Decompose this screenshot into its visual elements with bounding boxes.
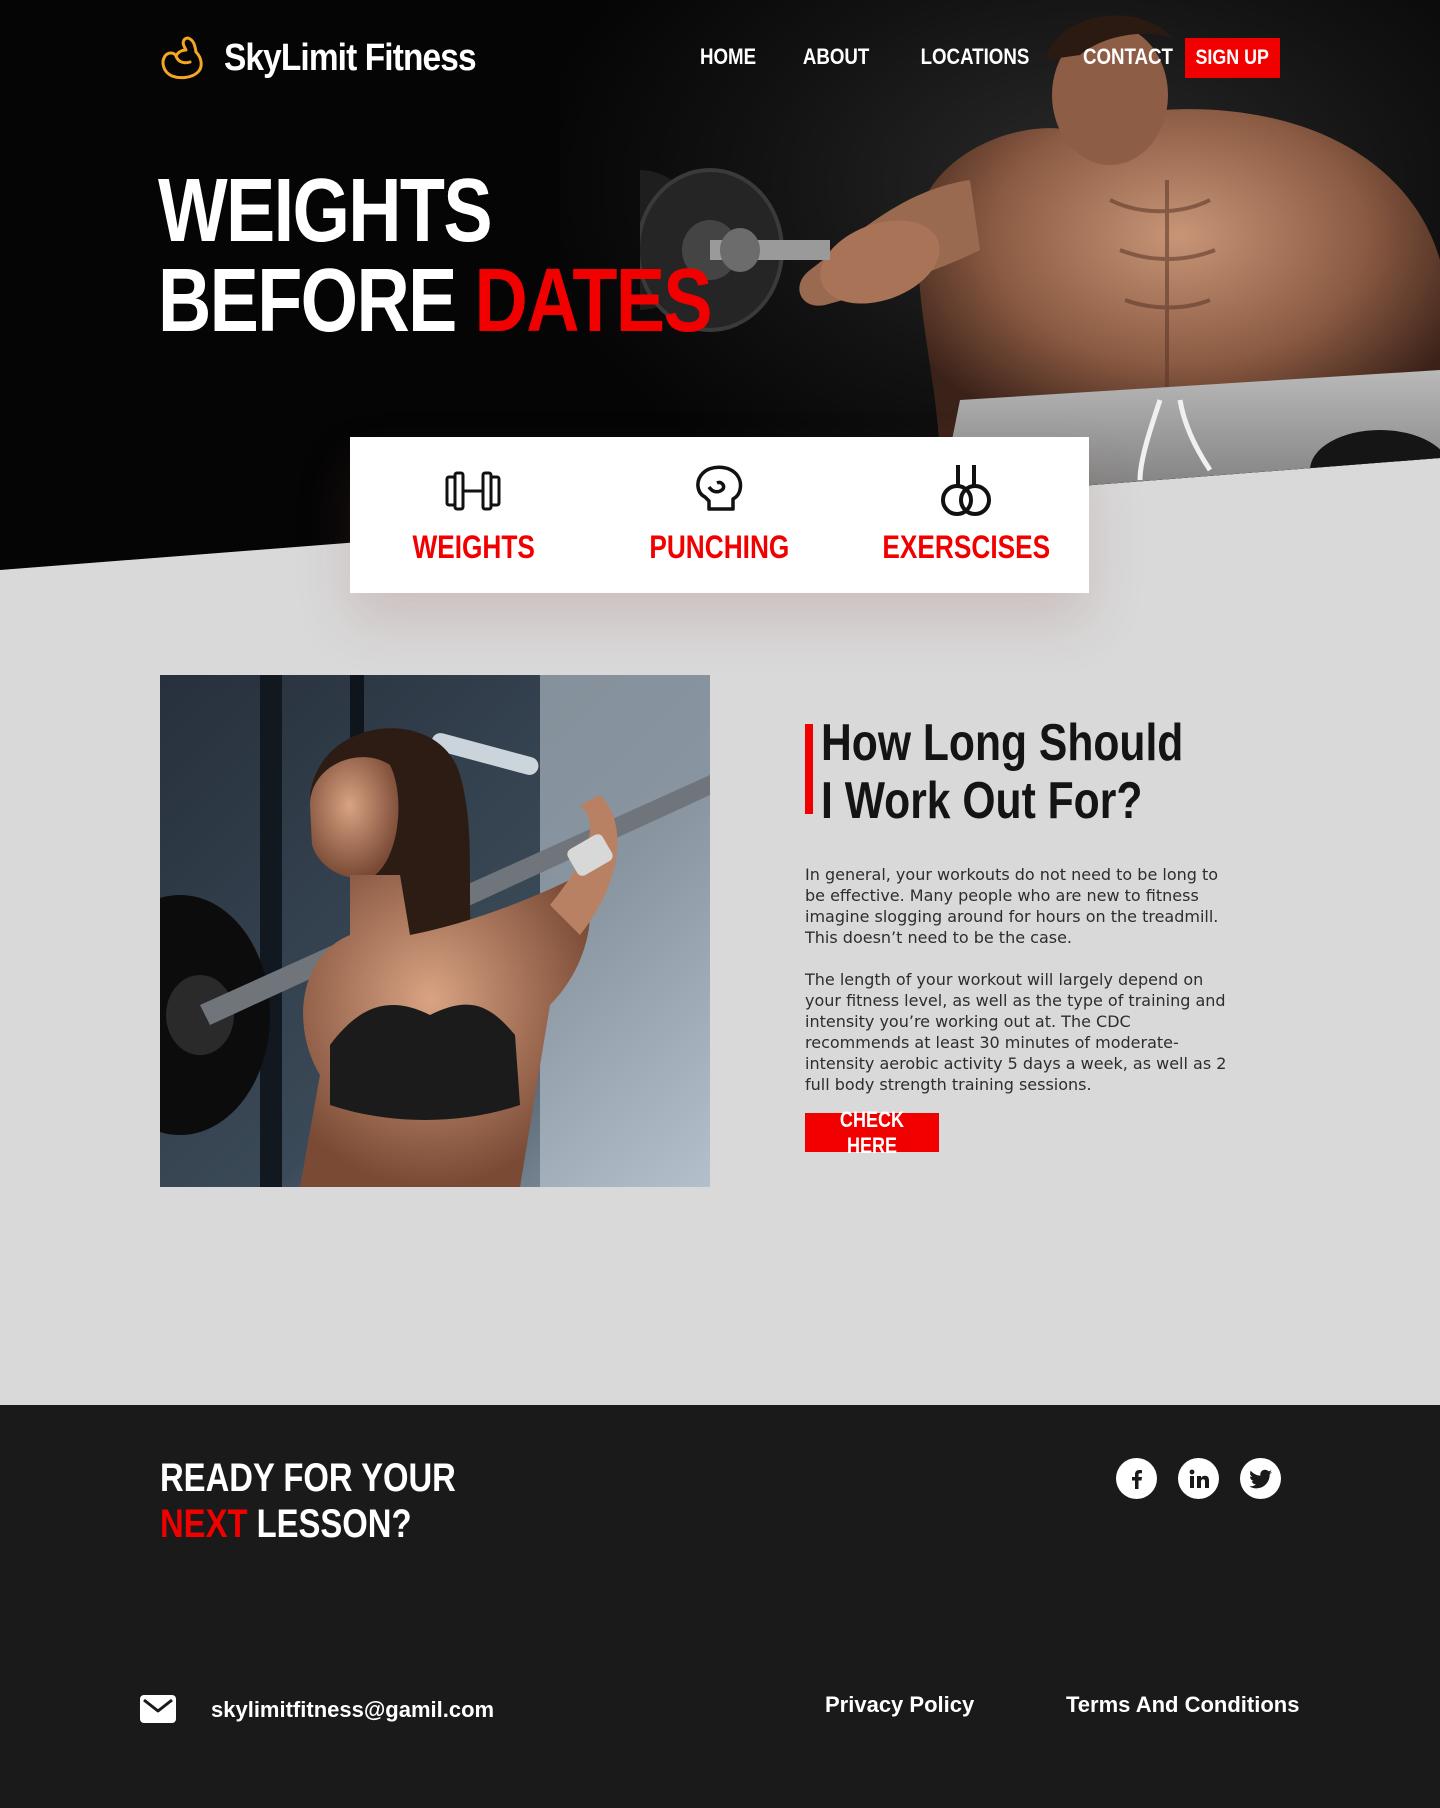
cta-next: NEXT [160, 1502, 248, 1546]
nav-home[interactable]: HOME [700, 44, 756, 70]
footer-cta: READY FOR YOUR NEXT LESSON? [160, 1455, 521, 1547]
mail-icon [140, 1695, 176, 1723]
article-paragraph-1: In general, your workouts do not need to… [805, 865, 1219, 947]
logo[interactable]: SkyLimit Fitness [158, 34, 510, 82]
main-nav: HOME ABOUT LOCATIONS CONTACT [695, 44, 1181, 70]
twitter-icon[interactable] [1240, 1458, 1281, 1499]
category-exercises[interactable]: EXERSCISES [843, 437, 1089, 593]
gymnastic-rings-icon [940, 465, 991, 516]
category-label: WEIGHTS [411, 529, 535, 565]
dumbbell-icon [445, 471, 501, 511]
linkedin-glyph [1189, 1469, 1209, 1488]
woman-lifting-image [160, 675, 710, 1187]
site-footer: READY FOR YOUR NEXT LESSON? skylimitfitn… [0, 1405, 1440, 1808]
article-paragraph-2: The length of your workout will largely … [805, 970, 1227, 1094]
hero-headline: WEIGHTS BEFORE DATES [158, 166, 832, 346]
site-header: SkyLimit Fitness HOME ABOUT LOCATIONS CO… [0, 0, 1440, 116]
terms-link[interactable]: Terms And Conditions [1066, 1692, 1299, 1718]
category-weights[interactable]: WEIGHTS [350, 437, 596, 593]
social-links [1116, 1458, 1281, 1499]
headline-line-2: BEFORE DATES [158, 256, 713, 346]
headline-line-1: WEIGHTS [158, 161, 493, 261]
sign-up-label: SIGN UP [1195, 46, 1270, 69]
nav-contact[interactable]: CONTACT [1083, 44, 1173, 70]
cta-lesson: LESSON? [256, 1502, 412, 1546]
twitter-glyph [1248, 1469, 1272, 1488]
headline-before: BEFORE [158, 251, 457, 351]
category-label: PUNCHING [649, 529, 790, 565]
facebook-glyph [1131, 1469, 1142, 1489]
linkedin-icon[interactable] [1178, 1458, 1219, 1499]
nav-about[interactable]: ABOUT [803, 44, 869, 70]
article-title: How Long Should I Work Out For? [821, 714, 1184, 830]
title-accent-bar [805, 724, 813, 814]
privacy-policy-link[interactable]: Privacy Policy [825, 1692, 974, 1718]
category-label: EXERSCISES [881, 529, 1050, 565]
flexed-arm-icon [161, 36, 203, 80]
facebook-icon[interactable] [1116, 1458, 1157, 1499]
headline-dates: DATES [474, 251, 713, 351]
article-heading: How Long Should I Work Out For? [805, 714, 1285, 830]
category-punching[interactable]: PUNCHING [596, 437, 842, 593]
cta-line-2: NEXT LESSON? [160, 1501, 456, 1547]
cta-line-1: READY FOR YOUR [160, 1456, 456, 1500]
check-here-button[interactable]: CHECK HERE [805, 1107, 939, 1158]
nav-locations[interactable]: LOCATIONS [921, 44, 1030, 70]
boxing-glove-icon [696, 465, 743, 511]
footer-email[interactable]: skylimitfitness@gamil.com [211, 1697, 494, 1723]
categories-card: WEIGHTS PUNCHING EXERSCISES [350, 437, 1089, 593]
sign-up-button[interactable]: SIGN UP [1185, 38, 1280, 78]
check-here-label: CHECK HERE [839, 1106, 905, 1158]
brand-name: SkyLimit Fitness [224, 36, 477, 79]
workout-photo [160, 675, 710, 1187]
